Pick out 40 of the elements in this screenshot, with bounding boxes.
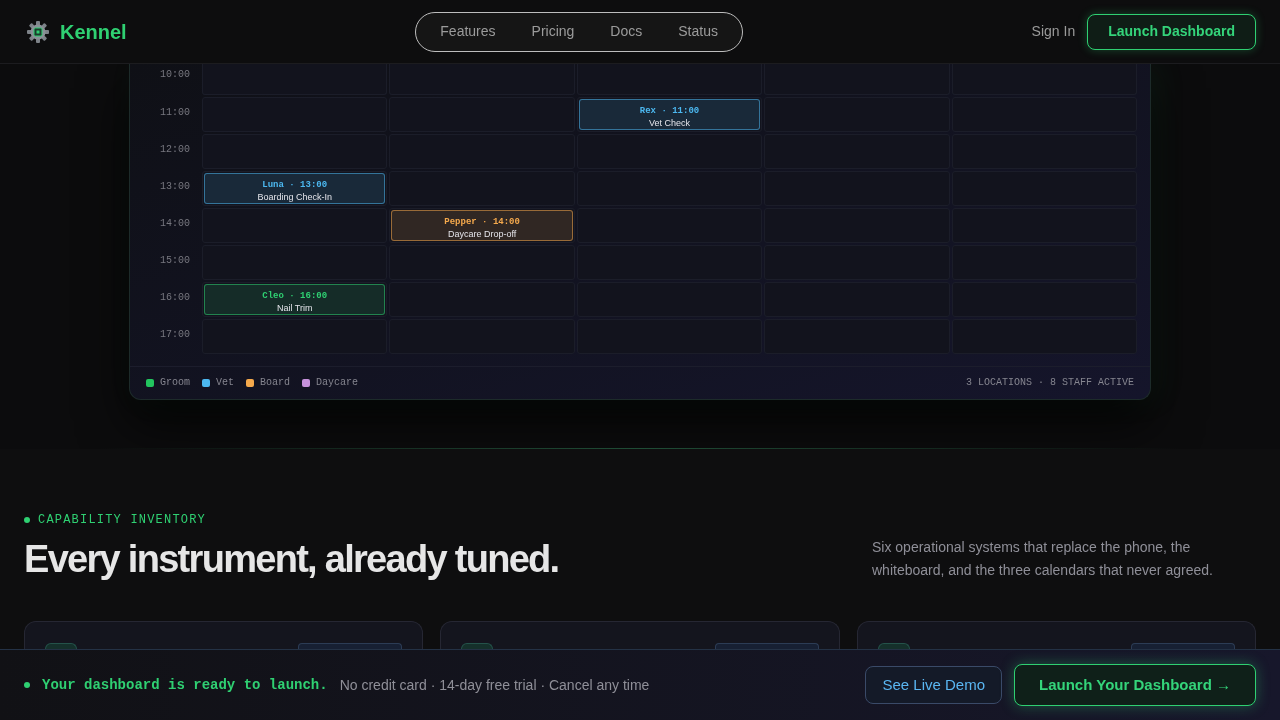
nav-link[interactable]: Pricing xyxy=(519,21,587,42)
appointment-service: Daycare Drop-off xyxy=(447,229,517,240)
brand-link[interactable]: Kennel xyxy=(27,16,127,47)
appointment-title: Pepper · 14:00 xyxy=(444,217,520,228)
appointment-card[interactable]: Luna · 13:00 Boarding Check-In xyxy=(204,173,386,204)
sign-in-link[interactable]: Sign In xyxy=(1031,21,1076,42)
section-description: Six operational systems that replace the phone, the whiteboard, and the three calendars that never agreed. xyxy=(872,538,1214,580)
time-label: 11:00 xyxy=(160,107,190,119)
nav-link[interactable]: Status xyxy=(666,21,730,42)
time-label: 17:00 xyxy=(160,329,190,341)
appointment-title: Rex · 11:00 xyxy=(639,106,700,117)
appointment-service: Nail Trim xyxy=(276,303,313,314)
time-label: 13:00 xyxy=(160,181,190,193)
gear-icon xyxy=(27,20,49,43)
appointment-title: Luna · 13:00 xyxy=(262,180,328,191)
trial-note: No credit card · 14-day free trial · Cancel any time xyxy=(339,675,650,695)
legend-label: Board xyxy=(260,377,291,389)
legend-label: Groom xyxy=(160,377,190,389)
live-demo-button[interactable]: See Live Demo xyxy=(865,666,1003,704)
appointment-title: Cleo · 16:00 xyxy=(262,291,328,302)
launch-dashboard-button[interactable]: Launch Dashboard xyxy=(1087,13,1256,50)
time-label: 14:00 xyxy=(160,218,190,230)
time-label: 10:00 xyxy=(160,69,190,81)
staff-summary: 3 LOCATIONS · 8 STAFF ACTIVE xyxy=(965,377,1134,389)
appointment-service: Boarding Check-In xyxy=(257,192,332,203)
section-eyebrow: CAPABILITY INVENTORY xyxy=(38,513,207,527)
appointment-card[interactable]: Cleo · 16:00 Nail Trim xyxy=(204,284,386,315)
time-label: 16:00 xyxy=(160,292,190,304)
launch-message: Your dashboard is ready to launch. xyxy=(42,675,328,695)
time-label: 15:00 xyxy=(160,255,190,267)
appointment-service: Vet Check xyxy=(648,118,690,129)
nav-link[interactable]: Docs xyxy=(598,21,655,42)
legend-label: Daycare xyxy=(316,377,359,389)
nav-link[interactable]: Features xyxy=(428,21,508,42)
appointment-card[interactable]: Pepper · 14:00 Daycare Drop-off xyxy=(391,210,573,241)
time-label: 12:00 xyxy=(160,144,190,156)
launch-your-dashboard-button[interactable]: Launch Your Dashboard → xyxy=(1014,664,1256,706)
legend-label: Vet xyxy=(216,377,235,389)
section-heading: Every instrument, already tuned. xyxy=(24,537,559,582)
appointment-card[interactable]: Rex · 11:00 Vet Check xyxy=(578,99,761,130)
